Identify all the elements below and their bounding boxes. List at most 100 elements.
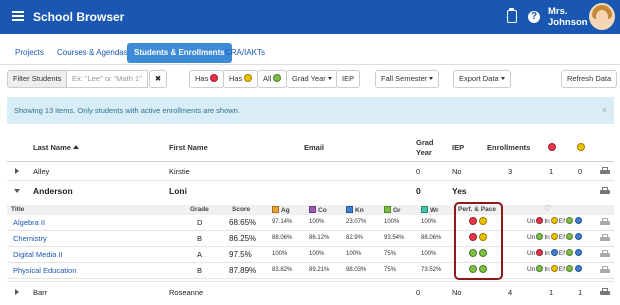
co-swatch-icon (309, 206, 316, 213)
first-name-header[interactable]: First Name (169, 143, 208, 152)
red-dot-icon (548, 143, 556, 151)
green-dot-icon (565, 233, 573, 240)
course-title-link[interactable]: Physical Education (13, 266, 76, 275)
tab-students-enrollments[interactable]: Students & Enrollments (127, 43, 232, 63)
last-name-cell: Alley (33, 167, 50, 176)
expand-row-icon[interactable] (15, 168, 19, 174)
print-icon[interactable] (600, 187, 610, 195)
green-dot-icon (536, 233, 544, 240)
red-dot-icon (536, 249, 544, 256)
iep-header[interactable]: IEP (452, 143, 464, 152)
perf-pace-highlight (454, 202, 503, 280)
grade-cell: B (197, 266, 203, 275)
grad-year-header-line1[interactable]: Grad (416, 138, 434, 147)
subrow-divider (7, 230, 614, 231)
score-cell: 86.25% (229, 234, 257, 243)
has-yellow-filter-button[interactable]: Has (223, 70, 259, 88)
iep-cell: No (452, 288, 462, 297)
green-dot-icon (565, 265, 573, 272)
enrollments-header[interactable]: Enrollments (487, 143, 530, 152)
iep-filter-button[interactable]: IEP (336, 70, 361, 88)
print-icon[interactable] (600, 167, 610, 175)
has-red-filter-button[interactable]: Has (189, 70, 225, 88)
grad-year-label: Grad Year (292, 74, 326, 83)
semester-dropdown[interactable]: Fall Semester (375, 70, 440, 88)
ag-score-cell: 97.14% (272, 219, 293, 225)
close-icon[interactable]: × (602, 97, 607, 124)
all-green-filter-button[interactable]: All (257, 70, 288, 88)
kn-header-label: Kn (355, 207, 364, 214)
first-name-cell: Loni (169, 186, 187, 196)
co-header-label: Co (318, 207, 327, 214)
hamburger-icon[interactable] (12, 11, 24, 21)
grad-year-cell: 0 (416, 186, 421, 196)
legend-un-label: Un (527, 218, 536, 225)
kn-swatch-icon (346, 206, 353, 213)
print-icon[interactable] (600, 266, 610, 274)
first-name-cell: Roseanne (169, 288, 204, 297)
ag-score-cell: 83.82% (272, 267, 293, 273)
gr-score-cell: 93.54% (384, 235, 405, 241)
grad-year-dropdown[interactable]: Grad Year (286, 70, 338, 88)
app-title: School Browser (33, 10, 125, 24)
iep-cell: Yes (452, 186, 467, 196)
wr-header-label: Wr (430, 207, 439, 214)
tabs-divider (0, 64, 620, 65)
yellow-count-header[interactable] (577, 143, 585, 152)
print-icon[interactable] (600, 288, 610, 296)
email-header[interactable]: Email (304, 143, 324, 152)
grad-year-header-line2[interactable]: Year (416, 148, 432, 157)
help-icon[interactable]: ? (528, 11, 540, 23)
co-score-cell: 89.21% (309, 267, 330, 273)
caret-down-icon (429, 77, 434, 80)
tab-projects[interactable]: Projects (8, 43, 51, 63)
alert-text: Showing 13 items. Only students with act… (14, 106, 240, 115)
export-data-dropdown[interactable]: Export Data (453, 70, 511, 88)
blue-dot-icon (574, 233, 582, 240)
clipboard-icon[interactable] (507, 8, 517, 23)
heart-icon[interactable]: ♡ (544, 204, 551, 213)
refresh-data-button[interactable]: Refresh Data (561, 70, 618, 88)
legend-ef-label: Ef (558, 234, 565, 241)
row-divider (7, 281, 614, 282)
green-dot-icon (565, 249, 573, 256)
course-title-link[interactable]: Chemistry (13, 234, 47, 243)
print-icon[interactable] (600, 234, 610, 242)
tab-courses-agendas[interactable]: Courses & Agendas (50, 43, 135, 63)
last-name-header[interactable]: Last Name (33, 143, 79, 152)
co-score-cell: 100% (309, 219, 325, 225)
enrollments-cell: 4 (508, 288, 513, 297)
legend-un-label: Un (527, 266, 536, 273)
ag-header-label: Ag (281, 207, 290, 214)
legend-un-label: Un (527, 234, 536, 241)
title-header: Title (11, 206, 25, 213)
collapse-row-icon[interactable] (14, 189, 20, 193)
gr-score-cell: 75% (384, 267, 397, 273)
user-name[interactable]: Mrs. Johnson (548, 6, 588, 28)
green-dot-icon (565, 217, 573, 224)
course-title-link[interactable]: Digital Media II (13, 250, 63, 259)
header-divider (7, 161, 614, 162)
red-count-header[interactable] (548, 143, 556, 152)
tab-cra-iakts[interactable]: CRA/IAKTs (218, 43, 272, 63)
legend-un-label: Un (527, 250, 536, 257)
status-legend: Un In Ef (527, 265, 583, 273)
all-green-label: All (263, 74, 272, 83)
course-title-link[interactable]: Algebra II (13, 218, 45, 227)
print-icon[interactable] (600, 250, 610, 258)
kn-score-cell: 82.9% (346, 235, 364, 241)
caret-down-icon (327, 77, 332, 80)
expand-row-icon[interactable] (15, 289, 19, 295)
last-name-cell: Anderson (33, 186, 73, 196)
legend-ef-label: Ef (558, 250, 565, 257)
row-divider (7, 180, 614, 181)
status-legend: Un In Ef (527, 233, 583, 241)
student-search-input[interactable]: Ex: "Lee" or "Math 1" (66, 70, 148, 88)
blue-dot-icon (550, 249, 558, 256)
red-dot-icon (210, 74, 219, 82)
kn-score-cell: 23.07% (346, 219, 367, 225)
print-icon[interactable] (600, 218, 610, 226)
clear-search-button[interactable]: ✖ (149, 70, 167, 88)
grad-year-cell: 0 (416, 167, 421, 176)
avatar[interactable] (589, 3, 615, 30)
